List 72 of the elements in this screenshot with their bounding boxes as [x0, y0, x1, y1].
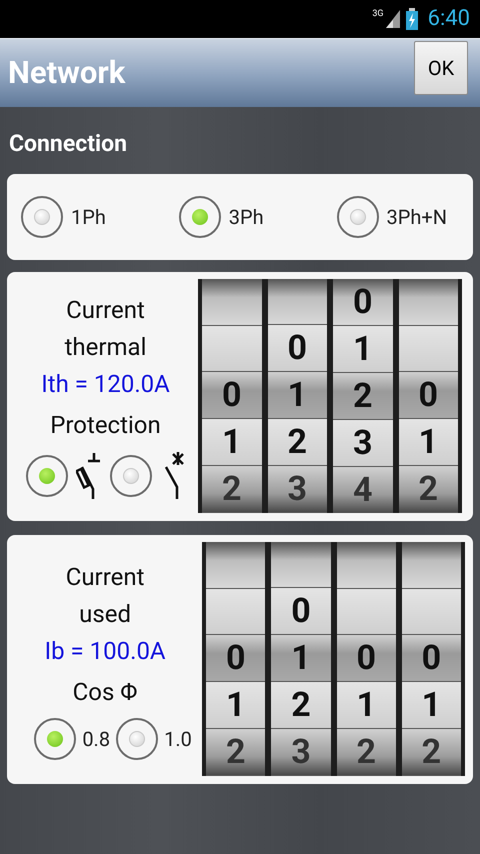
radio-label: 1.0 — [164, 726, 192, 752]
wheel-digit: 3 — [268, 466, 327, 513]
wheel-digit: 2 — [268, 419, 327, 466]
blank-wheel-segment — [271, 542, 331, 588]
blank-wheel-segment — [398, 279, 458, 326]
wheel-digit: 1 — [333, 326, 392, 373]
digit-wheel[interactable]: 0 1 2 — [398, 279, 458, 513]
wheel-digit: 1 — [336, 682, 396, 729]
radio-label: 0.8 — [82, 726, 110, 752]
wheel-digit: 1 — [271, 635, 331, 682]
wheel-digit: 1 — [398, 419, 458, 466]
blank-wheel-segment — [202, 279, 262, 326]
radio-button[interactable] — [116, 718, 158, 760]
wheel-digit: 1 — [268, 372, 327, 419]
blank-wheel-segment — [398, 326, 458, 372]
radio-label: 3Ph — [228, 204, 264, 230]
blank-wheel-segment — [336, 542, 396, 588]
ok-button[interactable]: OK — [414, 41, 468, 95]
digit-wheel[interactable]: 0 1 2 — [402, 542, 462, 776]
wheel-digit: 4 — [333, 467, 392, 513]
wheel-digit: 2 — [202, 466, 262, 513]
field-label: Current thermal — [64, 294, 148, 362]
section-heading: Connection — [8, 129, 128, 159]
wheel-digit: 0 — [333, 279, 392, 326]
radio-button[interactable] — [34, 718, 76, 760]
wheel-digit: 2 — [336, 729, 396, 776]
digit-wheel[interactable]: 0 1 2 3 — [271, 542, 331, 776]
wheel-digit: 0 — [398, 372, 458, 419]
wheel-digit: 1 — [206, 682, 266, 729]
blank-wheel-segment — [206, 588, 266, 635]
wheel-digit: 2 — [271, 682, 331, 729]
wheel-digit: 1 — [402, 682, 462, 729]
field-label: Protection — [50, 410, 161, 440]
digit-wheel[interactable]: 0 1 2 — [202, 279, 262, 513]
wheel-digit: 2 — [333, 373, 392, 420]
blank-wheel-segment — [268, 279, 327, 325]
field-label: Current used — [64, 562, 146, 630]
current-value: Ib = 100.0A — [44, 636, 166, 666]
wheel-digit: 3 — [333, 420, 392, 467]
wheel-digit: 2 — [398, 466, 458, 513]
radio-button[interactable] — [110, 454, 152, 496]
wheel-digit: 0 — [402, 635, 462, 682]
wheel-digit: 2 — [402, 729, 462, 776]
fuse-switch-icon — [76, 450, 102, 500]
radio-button[interactable] — [336, 196, 378, 238]
digit-wheel[interactable]: 0 1 2 — [206, 542, 266, 776]
current-value: Ith = 120.0A — [41, 368, 170, 400]
radio-button[interactable] — [178, 196, 221, 238]
wheel-digit: 3 — [271, 729, 331, 776]
digit-wheel[interactable]: 0 1 2 — [336, 542, 396, 776]
blank-wheel-segment — [336, 588, 396, 635]
wheel-digit: 0 — [268, 325, 327, 372]
blank-wheel-segment — [402, 542, 462, 588]
radio-label: 1Ph — [71, 204, 106, 230]
digit-wheel[interactable]: 0 1 2 3 — [268, 279, 327, 513]
radio-button[interactable] — [21, 196, 63, 238]
wheel-digit: 0 — [206, 635, 266, 682]
blank-wheel-segment — [402, 588, 462, 635]
radio-label: 3Ph+N — [386, 204, 447, 230]
battery-charging-icon — [406, 8, 418, 30]
wheel-digit: 0 — [271, 588, 331, 635]
blank-wheel-segment — [202, 326, 262, 372]
field-label: Cos Φ — [72, 676, 138, 708]
clock-time: 6:40 — [428, 8, 470, 30]
wheel-digit: 0 — [336, 635, 396, 682]
blank-wheel-segment — [206, 542, 266, 588]
radio-button[interactable] — [26, 454, 68, 496]
wheel-digit: 0 — [202, 372, 262, 419]
wheel-digit: 1 — [202, 419, 262, 466]
digit-wheel[interactable]: 0 1 2 3 4 — [333, 279, 392, 513]
screen-title: Network — [8, 52, 126, 93]
wheel-digit: 2 — [206, 729, 266, 776]
